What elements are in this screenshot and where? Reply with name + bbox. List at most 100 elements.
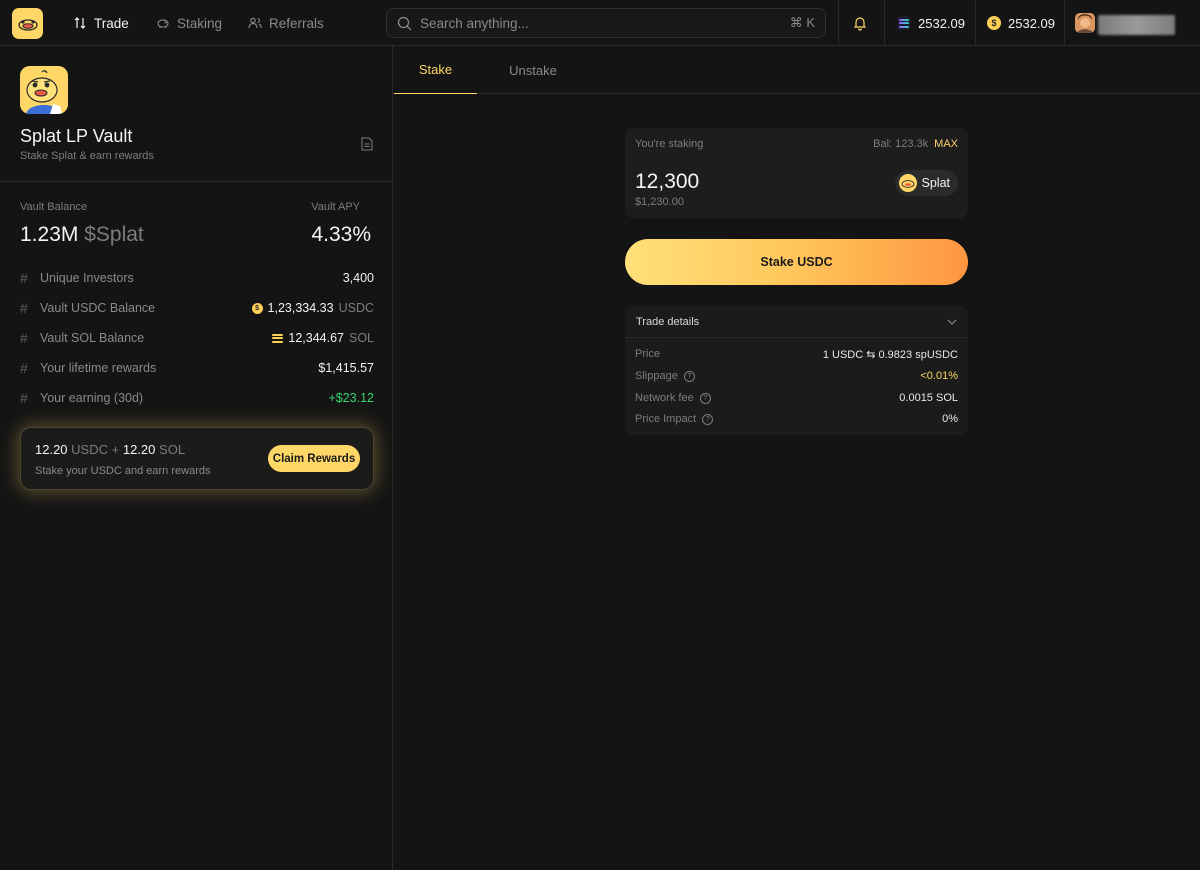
- splat-logo-icon: [17, 18, 38, 31]
- chevron-down-icon: [947, 319, 957, 325]
- trade-details-title: Trade details: [636, 315, 700, 328]
- stat-label: Your lifetime rewards: [40, 361, 157, 375]
- usdc-icon: $: [251, 302, 263, 314]
- nav-referrals[interactable]: Referrals: [248, 0, 324, 46]
- detail-value: 1 USDC ⇆ 0.9823 spUSDC: [822, 348, 958, 361]
- bell-icon[interactable]: [852, 15, 868, 31]
- nav-trade[interactable]: Trade: [73, 0, 129, 46]
- hash-icon: #: [20, 270, 28, 286]
- rewards-usdc-amount: 12.20: [35, 442, 68, 457]
- stat-row-vault-usdc: # Vault USDC Balance $1,23,334.33 USDC: [20, 298, 374, 318]
- nav-staking[interactable]: Staking: [156, 0, 222, 46]
- sol-balance: 2532.09: [918, 15, 965, 31]
- detail-label: Slippage: [635, 370, 678, 382]
- stake-usd-value: $1,230.00: [635, 196, 684, 208]
- detail-value: 0%: [942, 413, 958, 425]
- max-button[interactable]: MAX: [934, 138, 958, 150]
- usdc-balance-chip[interactable]: $ 2532.09: [987, 0, 1055, 46]
- vault-apy-label: Vault APY: [311, 201, 360, 213]
- detail-value: 0.0015 SOL: [899, 392, 958, 404]
- rewards-sol-amount: 12.20: [122, 442, 156, 457]
- nav-label: Referrals: [269, 15, 324, 31]
- app-logo[interactable]: [12, 8, 43, 39]
- sol-icon: [272, 333, 284, 343]
- trade-icon: [74, 17, 86, 29]
- header-divider: [838, 0, 839, 46]
- stat-label: Vault USDC Balance: [40, 301, 156, 315]
- nav-label: Staking: [177, 15, 223, 31]
- search-shortcut: ⌘ K: [789, 15, 815, 30]
- usdc-balance: 2532.09: [1008, 15, 1055, 31]
- hash-icon: #: [20, 390, 28, 406]
- detail-label: Price Impact: [635, 413, 697, 425]
- tab-stake[interactable]: Stake: [394, 46, 477, 94]
- rewards-card: 12.20 USDC + 12.20 SOL Stake your USDC a…: [20, 427, 374, 490]
- stake-tabs: Stake Unstake: [394, 46, 1200, 94]
- vault-balance-unit: $Splat: [84, 223, 144, 246]
- header-divider: [1064, 0, 1065, 46]
- avatar-portrait-icon: [1075, 13, 1095, 33]
- stake-amount-input[interactable]: [635, 170, 855, 194]
- piggy-bank-icon: [157, 19, 169, 28]
- stat-value: 3,400: [342, 271, 374, 285]
- help-icon[interactable]: ?: [702, 413, 714, 425]
- detail-label: Price: [635, 348, 661, 360]
- rewards-usdc-unit: USDC: [71, 442, 109, 457]
- header-divider: [975, 0, 976, 46]
- stat-unit: USDC: [338, 301, 374, 315]
- rewards-subtitle: Stake your USDC and earn rewards: [35, 465, 211, 477]
- help-icon[interactable]: ?: [683, 370, 695, 382]
- stat-value: 12,344.67: [288, 331, 344, 345]
- vault-balance-value: 1.23M $Splat: [20, 223, 144, 247]
- vault-sidebar: Splat LP Vault Stake Splat & earn reward…: [0, 46, 393, 870]
- trade-details-toggle[interactable]: Trade details: [625, 306, 968, 338]
- hash-icon: #: [20, 360, 28, 376]
- stake-balance-text: Bal: 123.3k: [873, 138, 929, 150]
- stat-value: $1,415.57: [318, 361, 374, 375]
- vault-avatar: [20, 66, 68, 114]
- stat-label: Vault SOL Balance: [40, 331, 145, 345]
- sidebar-divider: [0, 181, 392, 182]
- help-icon[interactable]: ?: [699, 392, 711, 404]
- user-avatar[interactable]: [1075, 13, 1095, 33]
- vault-title: Splat LP Vault: [20, 126, 133, 146]
- detail-label: Network fee: [635, 392, 694, 404]
- hash-icon: #: [20, 300, 28, 316]
- rewards-amount: 12.20 USDC + 12.20 SOL: [35, 442, 185, 457]
- stat-row-earning-30d: # Your earning (30d) +$23.12: [20, 388, 374, 408]
- detail-row-price-impact: Price Impact? 0%: [635, 411, 958, 427]
- stat-row-vault-sol: # Vault SOL Balance 12,344.67 SOL: [20, 328, 374, 348]
- search-icon: [397, 16, 412, 30]
- search-bar: ⌘ K: [386, 8, 826, 38]
- sol-icon: [897, 16, 911, 30]
- sol-balance-chip[interactable]: 2532.09: [897, 0, 965, 46]
- stake-label: You're staking: [635, 138, 704, 150]
- stat-unit: SOL: [348, 331, 374, 345]
- stat-row-lifetime-rewards: # Your lifetime rewards $1,415.57: [20, 358, 374, 378]
- nav-label: Trade: [94, 15, 129, 31]
- stat-row-unique-investors: # Unique Investors 3,400: [20, 268, 374, 288]
- vault-apy-value: 4.33%: [311, 223, 371, 246]
- header-divider: [884, 0, 885, 46]
- rewards-plus: +: [111, 442, 120, 457]
- claim-rewards-button[interactable]: Claim Rewards: [268, 445, 360, 472]
- detail-row-network-fee: Network fee? 0.0015 SOL: [635, 390, 958, 406]
- usdc-icon: $: [987, 16, 1001, 30]
- search-input[interactable]: [420, 15, 790, 31]
- username-redacted[interactable]: [1098, 15, 1175, 35]
- stake-balance: Bal: 123.3k MAX: [873, 138, 958, 150]
- token-name: Splat: [921, 176, 951, 190]
- stat-value: +$23.12: [328, 391, 374, 405]
- tab-unstake[interactable]: Unstake: [494, 46, 572, 94]
- vault-balance-amount: 1.23M: [20, 223, 79, 246]
- detail-row-slippage: Slippage? <0.01%: [635, 368, 958, 384]
- document-icon[interactable]: [361, 137, 373, 151]
- splat-token-icon: [898, 174, 917, 192]
- hash-icon: #: [20, 330, 28, 346]
- stake-usdc-button[interactable]: Stake USDC: [625, 239, 968, 285]
- stat-value: 1,23,334.33: [267, 301, 334, 315]
- detail-row-price: Price 1 USDC ⇆ 0.9823 spUSDC: [635, 346, 958, 362]
- detail-value: <0.01%: [920, 370, 958, 382]
- token-selector[interactable]: Splat: [894, 170, 958, 196]
- users-icon: [248, 17, 262, 29]
